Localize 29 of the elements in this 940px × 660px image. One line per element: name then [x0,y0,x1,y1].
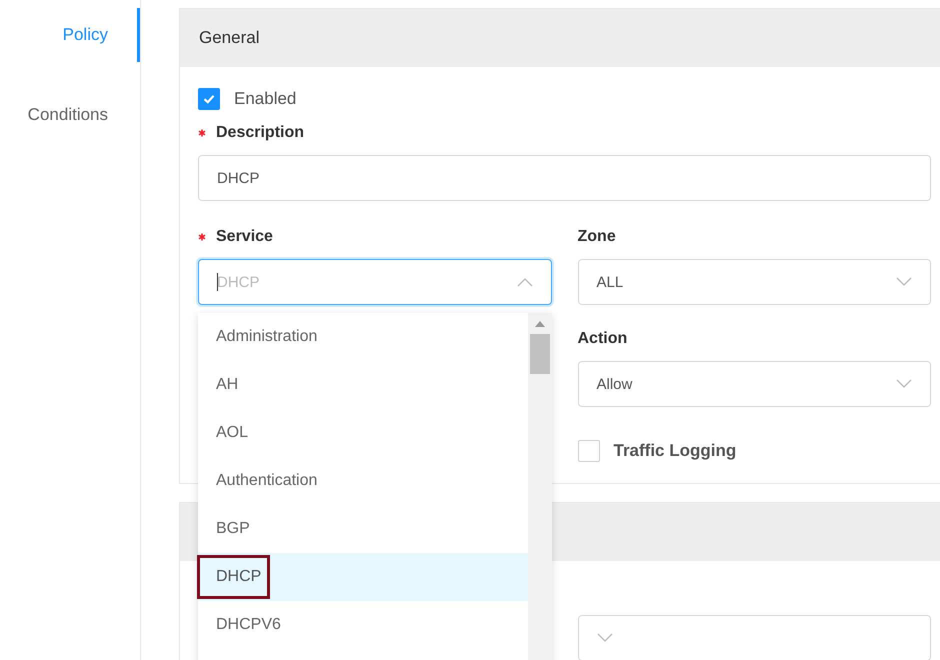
dropdown-option[interactable]: DHCP [198,553,528,601]
checkbox-label: Traffic Logging [614,441,736,461]
checkmark-icon [202,92,216,106]
select-field[interactable] [578,615,931,660]
field-label: Description [198,124,304,142]
traffic-logging-checkbox[interactable] [578,440,600,462]
nav-tab[interactable]: Policy [0,8,140,62]
chevron-down-icon [896,379,912,389]
action-select[interactable]: Allow [578,361,931,407]
nav-tab[interactable]: Conditions [0,88,140,142]
enabled-checkbox[interactable] [198,88,220,110]
scrollbar[interactable] [528,313,552,660]
field-label: Zone [578,228,616,246]
dropdown-option[interactable]: Authentication [198,457,528,505]
dropdown-option[interactable]: AH [198,361,528,409]
description-field[interactable]: DHCP [198,155,931,201]
field-label: Action [578,330,628,348]
dropdown-option[interactable]: BGP [198,505,528,553]
chevron-up-icon [516,277,532,287]
checkbox-label: Enabled [234,89,296,109]
section-title: General [199,28,260,48]
chevron-down-icon [596,633,612,643]
scroll-up-arrow-icon[interactable] [535,321,545,327]
scrollbar-thumb[interactable] [530,334,550,374]
dropdown-option[interactable]: DHCPV6 [198,601,528,649]
dropdown-option[interactable]: AOL [198,409,528,457]
zone-select[interactable]: ALL [578,259,931,305]
chevron-down-icon [896,277,912,287]
dropdown-option[interactable]: Administration [198,313,528,361]
